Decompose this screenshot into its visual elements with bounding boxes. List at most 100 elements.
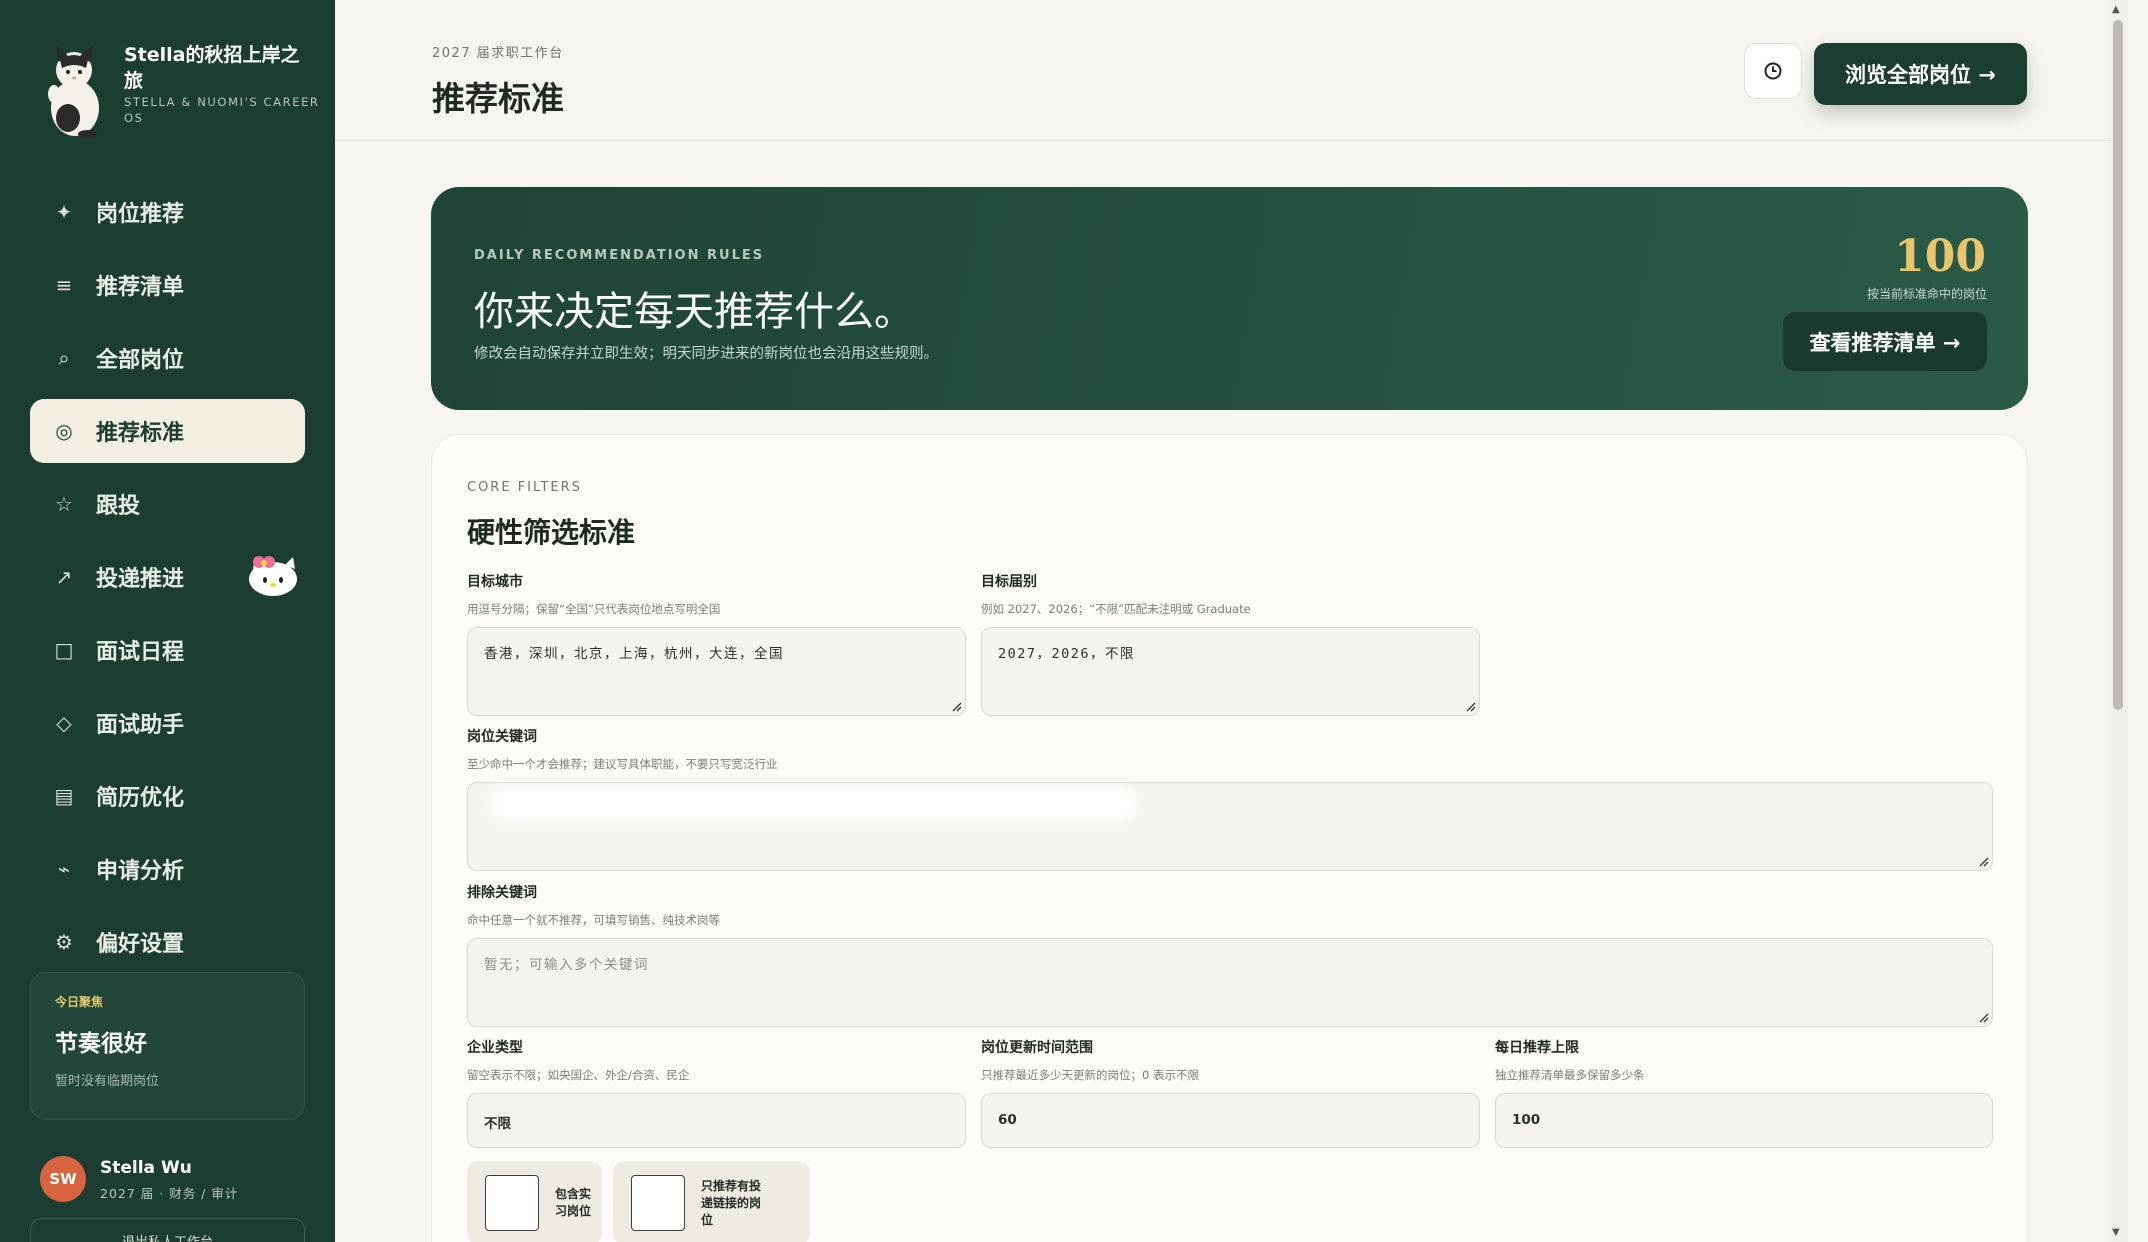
field-help: 至少命中一个才会推荐；建议写具体职能，不要只写宽泛行业 (467, 757, 778, 771)
focus-tag: 今日聚焦 (55, 995, 104, 1009)
field-label: 企业类型 (467, 1040, 523, 1056)
hero-description: 修改会自动保存并立即生效；明天同步进来的新岗位也会沿用这些规则。 (474, 346, 938, 362)
sidebar-item-all-jobs[interactable]: ⌕ 全部岗位 (30, 326, 305, 390)
today-focus-card: 今日聚焦 节奏很好 暂时没有临期岗位 (30, 972, 305, 1120)
sidebar-nav: ✦ 岗位推荐 ≡ 推荐清单 ⌕ 全部岗位 ◎ 推荐标准 ☆ 跟投 ↗ 投递推进 (30, 180, 305, 983)
core-filters-card: CORE FILTERS 硬性筛选标准 目标城市 用逗号分隔；保留“全国”只代表… (431, 434, 2028, 1242)
update-range-input[interactable]: 60 (981, 1093, 1480, 1148)
exclude-keywords-field: 排除关键词 命中任意一个就不推荐，可填写销售、纯技术岗等 暂无；可输入多个关键词 (467, 882, 1993, 1027)
field-label: 每日推荐上限 (1495, 1040, 1579, 1056)
sidebar-item-recommendation-list[interactable]: ≡ 推荐清单 (30, 253, 305, 317)
field-help: 例如 2027、2026；“不限”匹配未注明或 Graduate (981, 602, 1251, 616)
logout-button[interactable]: 退出私人工作台 (30, 1218, 305, 1242)
field-label: 岗位关键词 (467, 729, 537, 745)
company-type-input[interactable]: 不限 (467, 1093, 966, 1148)
scroll-thumb[interactable] (2113, 20, 2123, 710)
sidebar-item-label: 面试日程 (96, 640, 185, 665)
history-button[interactable] (1744, 43, 1802, 99)
sidebar-item-label: 申请分析 (96, 859, 185, 884)
job-keywords-field: 岗位关键词 至少命中一个才会推荐；建议写具体职能，不要只写宽泛行业 (467, 726, 1993, 871)
resize-handle-icon[interactable] (950, 700, 962, 712)
browse-all-jobs-button[interactable]: 浏览全部岗位 → (1814, 43, 2027, 105)
job-keywords-input[interactable] (467, 782, 1993, 871)
square-icon: □ (54, 638, 74, 662)
hero-eyebrow: DAILY RECOMMENDATION RULES (474, 248, 765, 263)
target-city-field: 目标城市 用逗号分隔；保留“全国”只代表岗位地点写明全国 香港，深圳，北京，上海… (467, 571, 966, 716)
include-intern-checkbox[interactable] (485, 1175, 539, 1231)
target-cohort-field: 目标届别 例如 2027、2026；“不限”匹配未注明或 Graduate 20… (981, 571, 1480, 716)
sidebar-item-resume-optimization[interactable]: ▤ 简历优化 (30, 764, 305, 828)
resize-handle-icon[interactable] (1977, 1011, 1989, 1023)
focus-title: 节奏很好 (55, 1030, 147, 1057)
page-scrollbar[interactable]: ▲ ▼ (2108, 0, 2128, 1242)
resize-handle-icon[interactable] (1977, 855, 1989, 867)
matched-job-count-label: 按当前标准命中的岗位 (1866, 287, 1987, 301)
sidebar-item-label: 跟投 (96, 494, 141, 519)
resize-handle-icon[interactable] (1464, 700, 1476, 712)
field-help: 只推荐最近多少天更新的岗位；0 表示不限 (981, 1068, 1199, 1082)
search-icon: ⌕ (58, 346, 70, 370)
cat-logo-icon (48, 44, 99, 138)
user-profile[interactable]: SW Stella Wu 2027 届 · 财务 / 审计 (40, 1154, 320, 1210)
field-label: 目标城市 (467, 574, 523, 590)
avatar: SW (40, 1156, 86, 1202)
sidebar-item-label: 全部岗位 (96, 348, 185, 373)
sidebar-item-preferences[interactable]: ⚙ 偏好设置 (30, 910, 305, 974)
page-title: 推荐标准 (432, 79, 564, 118)
field-label: 目标届别 (981, 574, 1037, 590)
gear-icon: ⚙ (55, 930, 73, 954)
user-meta: 2027 届 · 财务 / 审计 (100, 1186, 239, 1201)
recommendation-rules-banner: DAILY RECOMMENDATION RULES 你来决定每天推荐什么。 修… (431, 187, 2028, 410)
field-help: 用逗号分隔；保留“全国”只代表岗位地点写明全国 (467, 602, 721, 616)
sidebar-item-label: 推荐清单 (96, 275, 185, 300)
sidebar-item-label: 面试助手 (96, 713, 185, 738)
sidebar-item-application-progress[interactable]: ↗ 投递推进 (30, 545, 305, 609)
include-intern-label: 包含实习岗位 (555, 1187, 592, 1218)
sparkle-icon: ✦ (55, 200, 73, 224)
view-recommendation-list-button[interactable]: 查看推荐清单 → (1783, 312, 1987, 371)
sidebar-item-label: 简历优化 (96, 786, 185, 811)
daily-limit-field: 每日推荐上限 独立推荐清单最多保留多少条 100 (1495, 1037, 1993, 1148)
target-cohort-input[interactable]: 2027，2026，不限 (981, 627, 1480, 716)
daily-limit-input[interactable]: 100 (1495, 1093, 1993, 1148)
field-label: 岗位更新时间范围 (981, 1040, 1093, 1056)
field-help: 留空表示不限；如央国企、外企/合资、民企 (467, 1068, 690, 1082)
sidebar-item-job-recommendations[interactable]: ✦ 岗位推荐 (30, 180, 305, 244)
brand-subtitle: STELLA & NUOMI'S CAREER OS (124, 95, 320, 125)
exclude-keywords-input[interactable]: 暂无；可输入多个关键词 (467, 938, 1993, 1027)
company-type-field: 企业类型 留空表示不限；如央国企、外企/合资、民企 不限 (467, 1037, 966, 1148)
sidebar-item-application-analysis[interactable]: ⌁ 申请分析 (30, 837, 305, 901)
sidebar-item-interview-schedule[interactable]: □ 面试日程 (30, 618, 305, 682)
sidebar-item-label: 偏好设置 (96, 932, 185, 957)
update-range-field: 岗位更新时间范围 只推荐最近多少天更新的岗位；0 表示不限 60 (981, 1037, 1480, 1148)
sidebar-item-label: 投递推进 (96, 567, 185, 592)
list-icon: ≡ (55, 273, 73, 297)
main-content: 2027 届求职工作台 推荐标准 浏览全部岗位 → DAILY RECOMMEN… (335, 0, 2128, 1242)
field-help: 独立推荐清单最多保留多少条 (1495, 1068, 1645, 1082)
scroll-up-arrow-icon[interactable]: ▲ (2112, 4, 2120, 15)
target-cohort-value: 2027，2026，不限 (998, 646, 1136, 662)
target-city-input[interactable]: 香港，深圳，北京，上海，杭州，大连，全国 (467, 627, 966, 716)
brand: Stella的秋招上岸之旅 STELLA & NUOMI'S CAREER OS (38, 38, 318, 142)
star-icon: ☆ (55, 492, 73, 516)
matched-job-count: 100 (1894, 231, 1986, 282)
only-with-link-toggle[interactable]: 只推荐有投递链接的岗位 (613, 1161, 810, 1242)
only-with-link-label: 只推荐有投递链接的岗位 (701, 1178, 762, 1227)
sidebar-item-follow[interactable]: ☆ 跟投 (30, 472, 305, 536)
clock-icon (1764, 62, 1782, 80)
target-icon: ◎ (55, 419, 73, 443)
sidebar-item-recommendation-criteria[interactable]: ◎ 推荐标准 (30, 399, 305, 463)
sidebar-item-interview-assistant[interactable]: ◇ 面试助手 (30, 691, 305, 755)
sidebar-item-label: 岗位推荐 (96, 202, 185, 227)
only-with-link-checkbox[interactable] (631, 1175, 685, 1231)
diamond-icon: ◇ (56, 711, 72, 735)
hello-kitty-sticker-icon (249, 556, 297, 596)
include-intern-toggle[interactable]: 包含实习岗位 (467, 1161, 602, 1242)
page-eyebrow: 2027 届求职工作台 (432, 46, 564, 61)
trend-icon: ⌁ (57, 857, 71, 881)
scroll-down-arrow-icon[interactable]: ▼ (2112, 1227, 2120, 1238)
user-name: Stella Wu (100, 1158, 192, 1178)
redacted-keywords (488, 789, 1138, 819)
page-header: 2027 届求职工作台 推荐标准 浏览全部岗位 → (335, 0, 2128, 141)
exclude-keywords-placeholder: 暂无；可输入多个关键词 (484, 957, 649, 973)
